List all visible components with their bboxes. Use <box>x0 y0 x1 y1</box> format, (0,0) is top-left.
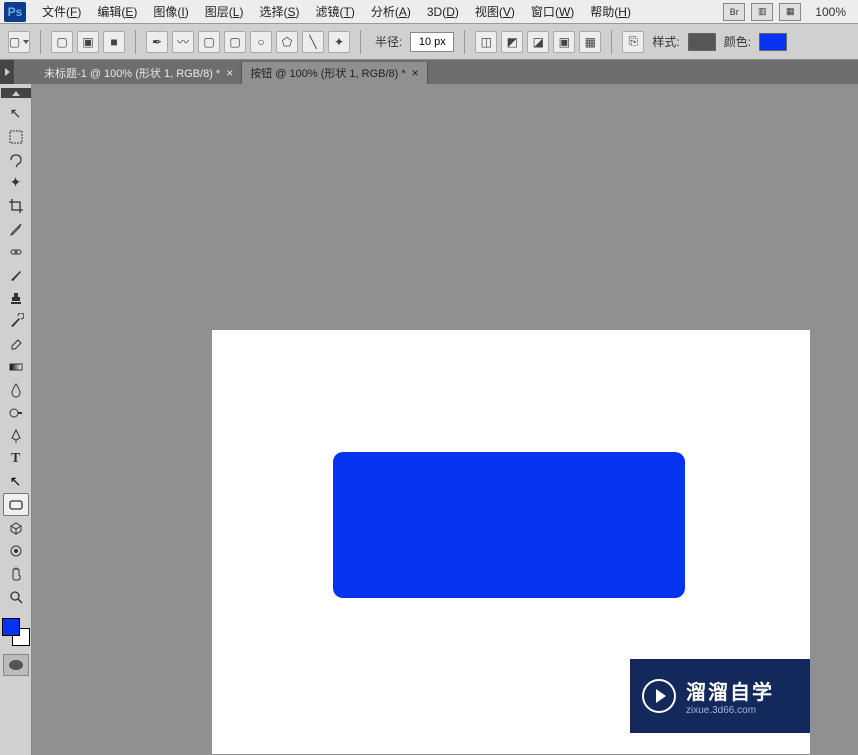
rect-shape-icon[interactable]: ▢ <box>198 31 220 53</box>
document-tabs: 未标题-1 @ 100% (形状 1, RGB/8) * × 按钮 @ 100%… <box>0 60 858 84</box>
tab-title: 未标题-1 @ 100% (形状 1, RGB/8) * <box>44 65 220 81</box>
menu-analysis[interactable]: 分析(A) <box>363 0 419 23</box>
freeform-pen-icon[interactable]: 〰 <box>172 31 194 53</box>
toolbox: ↖ ✦ T ↖ <box>0 84 32 755</box>
menu-view[interactable]: 视图(V) <box>467 0 523 23</box>
mini-bridge-icon[interactable]: ▥ <box>751 3 773 21</box>
options-bar: ▢ ▢ ▣ ■ ✒ 〰 ▢ ▢ ○ ⬠ ╲ ✦ 半径: ◫ ◩ ◪ ▣ ▦ ⎘ … <box>0 24 858 60</box>
document-tab-2[interactable]: 按钮 @ 100% (形状 1, RGB/8) * × <box>242 62 427 84</box>
rectangle-tool[interactable] <box>3 493 29 516</box>
radius-label: 半径: <box>375 33 402 50</box>
polygon-shape-icon[interactable]: ⬠ <box>276 31 298 53</box>
close-icon[interactable]: × <box>226 66 233 80</box>
pen-tool-icon[interactable]: ✒ <box>146 31 168 53</box>
canvas-area[interactable]: 溜溜自学 zixue.3d66.com <box>32 84 858 755</box>
color-picker[interactable] <box>2 618 30 646</box>
tab-handle-icon[interactable] <box>0 60 14 84</box>
shape-mode-dropdown[interactable]: ▢ <box>8 31 30 53</box>
marquee-tool[interactable] <box>3 125 29 148</box>
combine-intersect-icon[interactable]: ◪ <box>527 31 549 53</box>
type-tool[interactable]: T <box>3 447 29 470</box>
watermark: 溜溜自学 zixue.3d66.com <box>630 659 810 733</box>
play-icon <box>642 679 676 713</box>
3d-tool[interactable] <box>3 516 29 539</box>
opt-shape-layers-icon[interactable]: ▢ <box>51 31 73 53</box>
history-brush-tool[interactable] <box>3 309 29 332</box>
shape-layer-rectangle[interactable] <box>333 452 685 598</box>
foreground-color[interactable] <box>2 618 20 636</box>
style-swatch[interactable] <box>688 33 716 51</box>
zoom-tool[interactable] <box>3 585 29 608</box>
document-tab-1[interactable]: 未标题-1 @ 100% (形状 1, RGB/8) * × <box>36 62 242 84</box>
3d-camera-tool[interactable] <box>3 539 29 562</box>
menu-bar: Ps 文件(F) 编辑(E) 图像(I) 图层(L) 选择(S) 滤镜(T) 分… <box>0 0 858 24</box>
bridge-icon[interactable]: Br <box>723 3 745 21</box>
menu-select[interactable]: 选择(S) <box>251 0 307 23</box>
work-area: ↖ ✦ T ↖ <box>0 84 858 755</box>
line-shape-icon[interactable]: ╲ <box>302 31 324 53</box>
color-label: 颜色: <box>724 33 751 50</box>
magic-wand-tool[interactable]: ✦ <box>3 171 29 194</box>
brush-tool[interactable] <box>3 263 29 286</box>
zoom-level: 100% <box>807 5 854 19</box>
hand-tool[interactable] <box>3 562 29 585</box>
dodge-tool[interactable] <box>3 401 29 424</box>
quick-mask-toggle[interactable] <box>3 654 29 676</box>
menu-help[interactable]: 帮助(H) <box>582 0 639 23</box>
ellipse-shape-icon[interactable]: ○ <box>250 31 272 53</box>
combine-add-icon[interactable]: ◫ <box>475 31 497 53</box>
color-swatch[interactable] <box>759 33 787 51</box>
menu-file[interactable]: 文件(F) <box>34 0 89 23</box>
link-icon[interactable]: ⎘ <box>622 31 644 53</box>
watermark-subtitle: zixue.3d66.com <box>686 705 774 716</box>
combine-exclude-icon[interactable]: ▣ <box>553 31 575 53</box>
path-selection-tool[interactable]: ↖ <box>3 470 29 493</box>
rounded-rect-shape-icon[interactable]: ▢ <box>224 31 246 53</box>
menu-window[interactable]: 窗口(W) <box>523 0 582 23</box>
combine-subtract-icon[interactable]: ◩ <box>501 31 523 53</box>
opt-fill-pixels-icon[interactable]: ■ <box>103 31 125 53</box>
menu-3d[interactable]: 3D(D) <box>419 2 467 22</box>
close-icon[interactable]: × <box>412 66 419 80</box>
custom-shape-icon[interactable]: ✦ <box>328 31 350 53</box>
app-logo: Ps <box>4 2 26 22</box>
menu-edit[interactable]: 编辑(E) <box>89 0 145 23</box>
menu-image[interactable]: 图像(I) <box>145 0 196 23</box>
radius-input[interactable] <box>410 32 454 52</box>
style-label: 样式: <box>652 33 679 50</box>
pen-tool[interactable] <box>3 424 29 447</box>
crop-tool[interactable] <box>3 194 29 217</box>
combine-merge-icon[interactable]: ▦ <box>579 31 601 53</box>
menu-layer[interactable]: 图层(L) <box>197 0 252 23</box>
tab-title: 按钮 @ 100% (形状 1, RGB/8) * <box>250 65 405 81</box>
healing-tool[interactable] <box>3 240 29 263</box>
view-extras-icon[interactable]: ▦ <box>779 3 801 21</box>
opt-paths-icon[interactable]: ▣ <box>77 31 99 53</box>
lasso-tool[interactable] <box>3 148 29 171</box>
blur-tool[interactable] <box>3 378 29 401</box>
menu-filter[interactable]: 滤镜(T) <box>307 0 362 23</box>
eyedropper-tool[interactable] <box>3 217 29 240</box>
stamp-tool[interactable] <box>3 286 29 309</box>
eraser-tool[interactable] <box>3 332 29 355</box>
watermark-title: 溜溜自学 <box>686 676 774 705</box>
toolbox-handle-icon[interactable] <box>1 88 31 98</box>
move-tool[interactable]: ↖ <box>3 102 29 125</box>
gradient-tool[interactable] <box>3 355 29 378</box>
